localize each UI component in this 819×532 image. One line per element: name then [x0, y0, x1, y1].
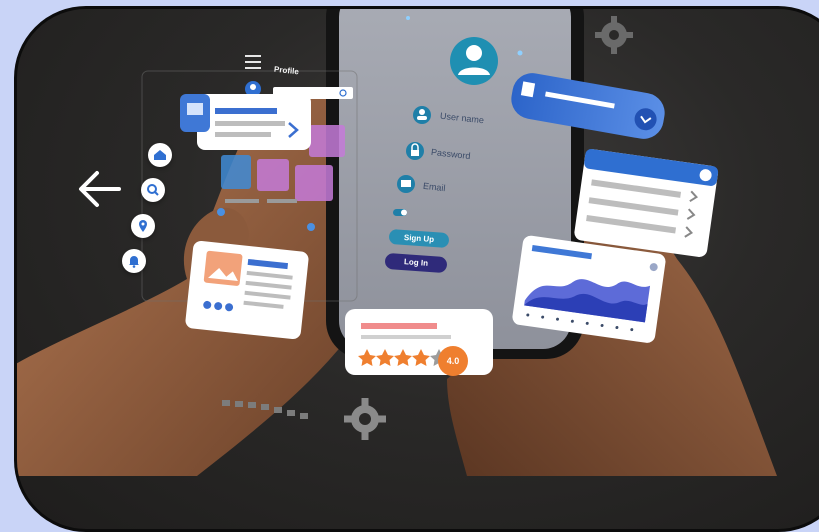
- arrow-left-icon[interactable]: [79, 171, 121, 207]
- phone-mail-icon: [397, 175, 415, 193]
- phone-lock-icon: [406, 142, 424, 160]
- search-icon[interactable]: [141, 178, 165, 202]
- photo-frame: User name Password Email Sign Up Log In …: [14, 6, 819, 532]
- rating-card[interactable]: [345, 309, 493, 375]
- bell-icon[interactable]: [122, 249, 146, 273]
- list-card[interactable]: [180, 94, 311, 150]
- gear-icon: [344, 398, 386, 440]
- list-card-right[interactable]: [573, 148, 719, 258]
- location-icon[interactable]: [131, 214, 155, 238]
- phone-toggle[interactable]: [393, 209, 407, 216]
- home-icon[interactable]: [148, 143, 172, 167]
- rating-value-badge: 4.0: [438, 346, 468, 376]
- media-card[interactable]: [185, 240, 310, 340]
- phone-user-icon: [413, 106, 431, 124]
- hamburger-menu-icon[interactable]: [245, 55, 261, 69]
- dot: [307, 223, 315, 231]
- gear-icon: [595, 16, 633, 54]
- dot: [517, 50, 523, 56]
- dot: [217, 208, 225, 216]
- dot: [406, 16, 410, 20]
- phone-avatar-icon: [450, 37, 498, 85]
